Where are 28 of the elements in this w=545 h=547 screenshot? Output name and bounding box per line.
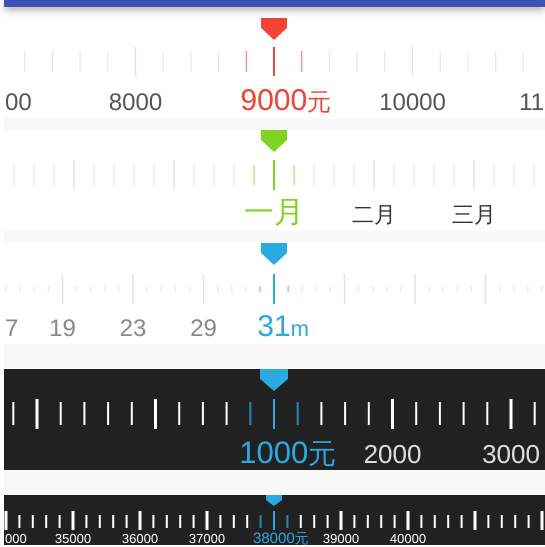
scale-label: 8000 [108, 89, 162, 116]
scale-label: 37000 [188, 531, 226, 545]
scale-label: 29 [190, 315, 217, 342]
scale-label: 00 [5, 89, 32, 116]
scale-label: 23 [120, 315, 146, 342]
ruler-scale-drawing[interactable] [12, 399, 536, 429]
scale-label: 7 [5, 315, 18, 342]
scale-label: 000 [5, 531, 27, 545]
scale-label: 40000 [390, 531, 426, 545]
pointer-icon[interactable] [260, 369, 288, 391]
selected-value: 1000元 [239, 435, 336, 470]
scale-label: 2000 [364, 439, 422, 469]
scale-label: 10000 [379, 89, 446, 116]
scale-label: 11 [519, 89, 544, 116]
pointer-icon[interactable] [261, 18, 287, 40]
selected-value: 一月 [244, 196, 304, 229]
scale-label: 36000 [122, 531, 158, 545]
selected-value: 9000元 [240, 84, 332, 117]
scale-label: 3000 [482, 439, 540, 469]
ruler-scale-drawing[interactable] [4, 511, 544, 530]
pointer-icon[interactable] [266, 495, 282, 506]
scale-label: 三月 [452, 202, 496, 227]
selected-value: 38000元 [253, 530, 309, 545]
scale-label: 二月 [352, 202, 396, 227]
selected-value: 31m [257, 310, 309, 343]
scale-label: 39000 [322, 531, 360, 545]
scale-label: 35000 [54, 531, 92, 545]
scale-label: 19 [49, 315, 76, 342]
